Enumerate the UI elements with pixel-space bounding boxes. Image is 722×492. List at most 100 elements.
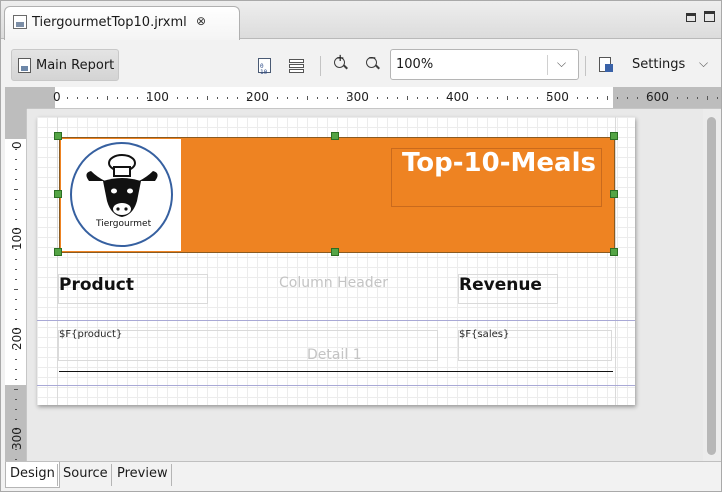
ruler-tick	[397, 97, 398, 99]
ruler-tick	[407, 96, 408, 100]
ruler-tick	[15, 269, 17, 270]
selection-handle[interactable]	[331, 248, 339, 256]
chevron-down-icon[interactable]: ⌵	[557, 56, 566, 71]
settings-menu[interactable]: Settings	[632, 57, 685, 72]
ruler-tick	[15, 149, 17, 150]
ruler-tick	[277, 97, 278, 99]
selection-handle[interactable]	[54, 132, 62, 140]
ruler-tick	[127, 97, 128, 99]
ruler-tick	[327, 97, 328, 99]
scrollbar-thumb[interactable]	[707, 117, 716, 455]
ruler-tick	[15, 319, 17, 320]
ruler-label: 500	[546, 90, 569, 104]
selection-handle[interactable]	[54, 248, 62, 256]
ruler-tick	[15, 299, 17, 300]
bands-icon[interactable]	[289, 58, 305, 74]
ruler-tick	[15, 459, 17, 460]
ruler-tick	[207, 96, 208, 100]
ruler-tick	[377, 97, 378, 99]
ruler-tick	[497, 97, 498, 99]
ruler-tick	[67, 97, 68, 99]
ruler-tick	[507, 96, 508, 100]
ruler-tick	[297, 97, 298, 99]
export-icon[interactable]	[599, 57, 615, 73]
ruler-tick	[15, 169, 17, 170]
ruler-tick	[517, 97, 518, 99]
tab-divider	[57, 464, 58, 486]
ruler-tick	[15, 159, 17, 160]
report-page[interactable]: Tiergourmet Top-10-Meals Product Column …	[37, 117, 635, 405]
minimize-icon[interactable]	[686, 13, 696, 22]
ruler-tick	[15, 409, 17, 410]
ruler-tick	[587, 97, 588, 99]
ruler-tick	[707, 96, 708, 100]
tab-divider	[111, 464, 112, 486]
ruler-tick	[14, 289, 18, 290]
ruler-tick	[87, 97, 88, 99]
ruler-label: 200	[10, 327, 24, 350]
ruler-tick	[287, 97, 288, 99]
tab-divider	[171, 464, 172, 486]
ruler-tick	[527, 97, 528, 99]
zoom-out-icon[interactable]: −	[365, 53, 381, 72]
selection-handle[interactable]	[610, 190, 618, 198]
ruler-tick	[15, 209, 17, 210]
ruler-tick	[15, 199, 17, 200]
tab-design[interactable]: Design	[5, 462, 60, 488]
zoom-level-select[interactable]: 100% ⌵	[390, 49, 579, 80]
selection-handle[interactable]	[54, 190, 62, 198]
ruler-tick	[77, 97, 78, 99]
editor-tab[interactable]: TiergourmetTop10.jrxml ⊗	[4, 6, 240, 40]
ruler-tick	[627, 97, 628, 99]
selection-handle[interactable]	[610, 132, 618, 140]
logo-image[interactable]: Tiergourmet	[61, 139, 181, 251]
editor-tab-strip: TiergourmetTop10.jrxml ⊗	[1, 1, 721, 40]
band-divider	[37, 320, 635, 321]
ruler-tick	[607, 96, 608, 100]
ruler-tick	[107, 96, 108, 100]
report-title[interactable]: Top-10-Meals	[402, 148, 596, 178]
close-tab-icon[interactable]: ⊗	[196, 14, 206, 28]
revenue-header[interactable]: Revenue	[459, 275, 542, 295]
ruler-tick	[677, 97, 678, 99]
ruler-tick	[237, 97, 238, 99]
ruler-tick	[187, 97, 188, 99]
left-margin-line	[57, 117, 58, 405]
ruler-tick	[717, 97, 718, 99]
ruler-tick	[217, 97, 218, 99]
ruler-label: 300	[346, 90, 369, 104]
editor-tab-title: TiergourmetTop10.jrxml	[32, 15, 187, 30]
right-margin-line	[615, 117, 616, 405]
ruler-tick	[437, 97, 438, 99]
ruler-tick	[227, 97, 228, 99]
vertical-scrollbar[interactable]	[703, 109, 721, 461]
ruler-tick	[387, 97, 388, 99]
product-field-expression[interactable]: $F{product}	[59, 329, 122, 340]
design-canvas[interactable]: 0 100 200 300 400 500 600 0 100 200 300	[5, 87, 721, 461]
tab-source[interactable]: Source	[59, 462, 112, 488]
maximize-icon[interactable]	[704, 11, 715, 22]
tab-preview[interactable]: Preview	[113, 462, 172, 488]
selection-handle[interactable]	[610, 248, 618, 256]
ruler-tick	[15, 309, 17, 310]
toolbar-separator	[585, 56, 586, 76]
detail-separator-line[interactable]	[59, 371, 613, 372]
product-header[interactable]: Product	[59, 275, 134, 295]
zoom-in-icon[interactable]: +	[333, 53, 349, 72]
ruler-tick	[15, 369, 17, 370]
zoom-level-value: 100%	[396, 57, 434, 72]
dataset-binary-icon[interactable]: 0 10	[257, 58, 273, 76]
ruler-tick	[15, 219, 17, 220]
selection-handle[interactable]	[331, 132, 339, 140]
cow-chef-icon	[86, 154, 158, 217]
title-band[interactable]: Tiergourmet Top-10-Meals	[59, 137, 615, 253]
ruler-tick	[15, 279, 17, 280]
ruler-label: 600	[646, 90, 669, 104]
horizontal-ruler: 0 100 200 300 400 500 600	[27, 87, 721, 109]
main-report-button[interactable]: Main Report	[11, 49, 119, 81]
ruler-tick	[697, 97, 698, 99]
settings-chevron-icon[interactable]: ⌵	[699, 56, 708, 71]
ruler-label: 100	[10, 227, 24, 250]
sales-field-expression[interactable]: $F{sales}	[459, 329, 509, 340]
ruler-label: 100	[146, 90, 169, 104]
